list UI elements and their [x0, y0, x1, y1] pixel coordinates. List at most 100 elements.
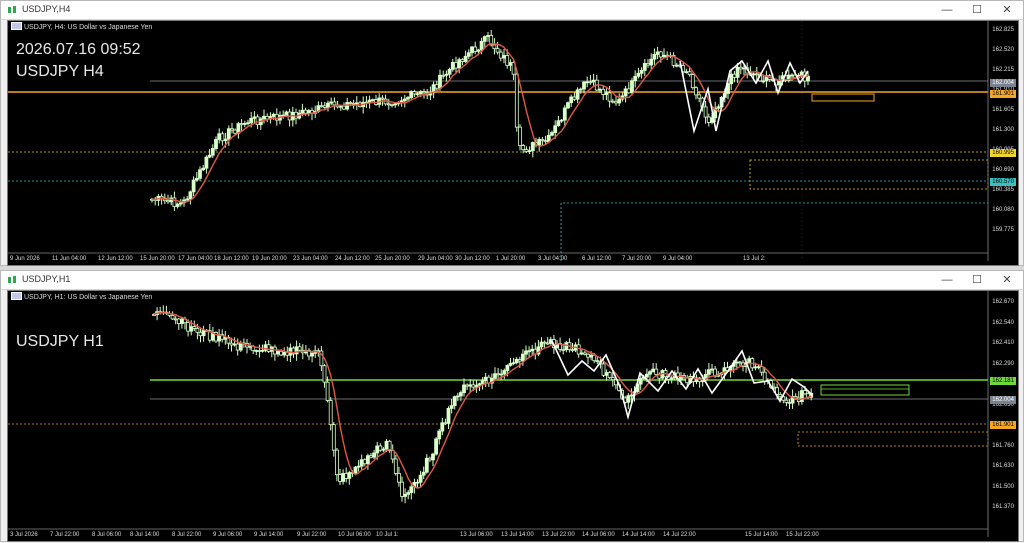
candle-body: [799, 71, 804, 76]
time-axis-label: 14 Jul 22:00: [663, 532, 696, 538]
maximize-button[interactable]: ☐: [963, 271, 991, 289]
candle-body: [276, 350, 280, 355]
time-axis-label: 15 Jul 14:00: [745, 532, 778, 538]
price-tag: 162.004: [990, 79, 1016, 87]
candle-body: [542, 341, 547, 344]
time-axis-label: 19 Jun 20:00: [252, 256, 287, 262]
candle-body: [553, 125, 558, 133]
candle-body: [493, 373, 497, 379]
candle-body: [742, 67, 746, 70]
zone-line-cyan: [560, 202, 988, 261]
candle-body: [248, 345, 253, 348]
h1-chart-area[interactable]: USDJPY, H1: US Dollar vs Japanese Yen US…: [7, 290, 1019, 542]
candle-body: [502, 370, 507, 375]
candle-body: [447, 68, 452, 75]
candle-body: [735, 66, 740, 78]
maximize-button[interactable]: ☐: [963, 1, 991, 19]
h1-candles-canvas: [8, 291, 989, 537]
candle-body: [562, 107, 567, 121]
candle-body: [514, 359, 519, 364]
candle-body: [344, 473, 349, 479]
zone-box-yellow: [749, 159, 989, 190]
candle-body: [242, 123, 247, 125]
candle-body: [649, 58, 654, 66]
candle-body: [486, 35, 490, 37]
candle-body: [431, 453, 435, 461]
candle-body: [341, 473, 346, 482]
candle-body: [648, 371, 652, 375]
h1-chart-window[interactable]: USDJPY,H1 — ☐ ✕ USDJPY, H1: US Dollar vs…: [0, 270, 1024, 542]
time-axis-label: 3 Jul 2026: [10, 532, 38, 538]
candle-body: [514, 73, 519, 128]
candle-body: [254, 350, 259, 352]
price-axis-label: 161.760: [992, 442, 1014, 449]
time-axis-label: 14 Jul 06:00: [582, 532, 615, 538]
candle-body: [223, 138, 228, 142]
time-axis-label: 13 Jul 14:00: [501, 532, 534, 538]
candle-body: [483, 376, 488, 381]
candle-body: [694, 87, 698, 96]
candle-body: [217, 133, 222, 140]
candle-body: [297, 346, 302, 351]
h4-title-bar[interactable]: USDJPY,H4 — ☐ ✕: [1, 1, 1023, 20]
candle-body: [198, 169, 202, 179]
candle-body: [651, 368, 655, 373]
candle-body: [468, 384, 473, 387]
minimize-button[interactable]: —: [933, 1, 961, 19]
h4-overlay-symbol: USDJPY H4: [16, 63, 104, 80]
candle-body: [473, 46, 478, 52]
h1-ticker-label: USDJPY, H1: US Dollar vs Japanese Yen: [11, 292, 152, 301]
candle-body: [455, 395, 460, 398]
candle-body: [511, 362, 516, 365]
candle-body: [257, 350, 262, 352]
candle-body: [556, 120, 561, 127]
candle-body: [347, 472, 352, 479]
candle-body: [412, 91, 417, 95]
candle-body: [204, 156, 209, 169]
h4-chart-window[interactable]: USDJPY,H4 — ☐ ✕ USDJPY, H4: US Dollar vs…: [0, 0, 1024, 266]
candle-body: [778, 394, 783, 398]
candle-body: [710, 368, 714, 371]
price-tag: 162.004: [990, 396, 1016, 404]
candle-body: [589, 354, 593, 358]
time-axis-label: 30 Jun 12:00: [455, 256, 490, 262]
candle-body: [738, 361, 742, 364]
candle-body: [591, 79, 596, 83]
candle-body: [466, 52, 471, 57]
price-tag: 160.995: [990, 149, 1016, 157]
candle-body: [406, 97, 410, 100]
candle-body: [550, 132, 554, 136]
candle-body: [322, 365, 327, 383]
candle-body: [630, 80, 634, 94]
candle-body: [645, 373, 649, 378]
candle-body: [450, 62, 455, 70]
candle-body: [434, 438, 439, 455]
price-axis-label: 161.605: [992, 107, 1014, 113]
candle-body: [601, 88, 606, 95]
candle-body: [328, 400, 333, 426]
candle-body: [530, 142, 535, 151]
candle-body: [192, 326, 197, 329]
h4-chart-area[interactable]: USDJPY, H4: US Dollar vs Japanese Yen 20…: [7, 20, 1019, 266]
time-axis-label: 9 Jul 04:00: [663, 256, 693, 262]
candle-body: [356, 465, 361, 468]
candle-body: [595, 360, 600, 363]
candle-body: [703, 106, 708, 118]
h1-title-bar[interactable]: USDJPY,H1 — ☐ ✕: [1, 271, 1023, 290]
price-tag: 162.181: [990, 377, 1016, 385]
time-axis-label: 14 Jul 14:00: [622, 532, 655, 538]
close-button[interactable]: ✕: [993, 1, 1021, 19]
close-button[interactable]: ✕: [993, 271, 1021, 289]
candle-body: [166, 200, 170, 203]
candle-body: [415, 93, 420, 96]
candle-body: [338, 474, 342, 482]
candle-body: [220, 133, 225, 142]
candle-body: [463, 55, 468, 62]
candle-body: [669, 377, 674, 380]
candle-body: [756, 366, 761, 369]
time-axis-label: 18 Jun 12:00: [214, 256, 249, 262]
candle-body: [521, 353, 525, 362]
time-axis-label: 13 Jul 2:: [743, 256, 766, 262]
candle-body: [402, 98, 407, 102]
minimize-button[interactable]: —: [933, 271, 961, 289]
